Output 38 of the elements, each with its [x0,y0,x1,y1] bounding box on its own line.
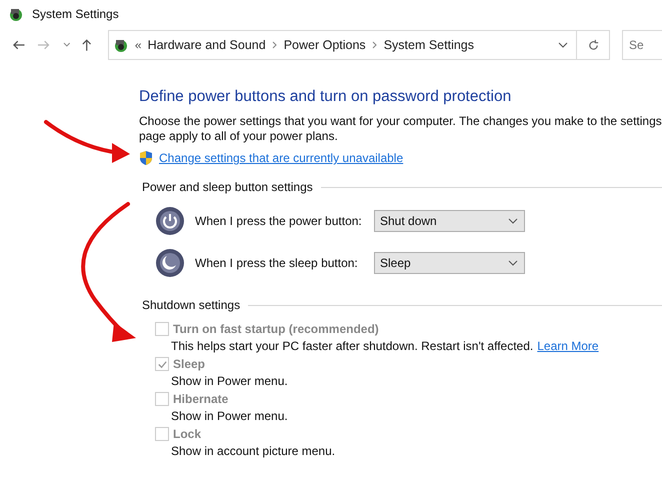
checkbox-label: Lock [173,427,202,441]
change-settings-link[interactable]: Change settings that are currently unavailable [159,151,404,165]
section-title: Shutdown settings [142,298,240,312]
power-icon [155,206,185,236]
setting-label: When I press the power button: [195,214,363,228]
checkbox-label: Hibernate [173,392,228,406]
moon-icon [155,248,185,278]
description-text: Choose the power settings that you want for your computer. The changes you make to the settings [139,114,662,129]
option-description: Show in account picture menu. [171,444,336,458]
chevron-down-icon[interactable] [62,42,70,48]
breadcrumb[interactable]: System Settings [384,38,474,52]
action-dropdown[interactable]: Sleep [374,252,525,274]
shield-icon [139,150,153,166]
option-description: This helps start your PC faster after shutdown. Restart isn't affected. [171,339,534,353]
up-arrow-icon[interactable] [80,38,94,52]
overflow-chevron[interactable]: « [134,38,142,52]
chevron-right-icon [372,41,378,49]
refresh-icon [586,38,600,52]
breadcrumb[interactable]: Hardware and Sound [148,38,266,52]
search-field[interactable]: Se [622,30,662,60]
option-description: Show in Power menu. [171,409,288,423]
section-title: Power and sleep button settings [142,180,313,194]
address-bar[interactable]: « Hardware and Sound Power Options System Settings [108,30,578,60]
checkbox-label: Sleep [173,357,206,371]
action-dropdown[interactable]: Shut down [374,210,525,232]
refresh-button[interactable] [577,30,610,60]
breadcrumb[interactable]: Power Options [284,38,366,52]
window-title: System Settings [32,7,119,21]
back-arrow-icon[interactable] [12,38,26,52]
chevron-down-icon[interactable] [558,42,568,48]
page-heading: Define power buttons and turn on password protection [139,88,512,106]
setting-label: When I press the sleep button: [195,256,359,270]
option-description: Show in Power menu. [171,374,288,388]
chevron-down-icon [508,218,518,224]
chevron-down-icon [508,260,518,266]
checkbox-label: Turn on fast startup (recommended) [173,322,379,336]
chevron-right-icon [272,41,278,49]
description-text: page apply to all of your power plans. [139,129,339,144]
